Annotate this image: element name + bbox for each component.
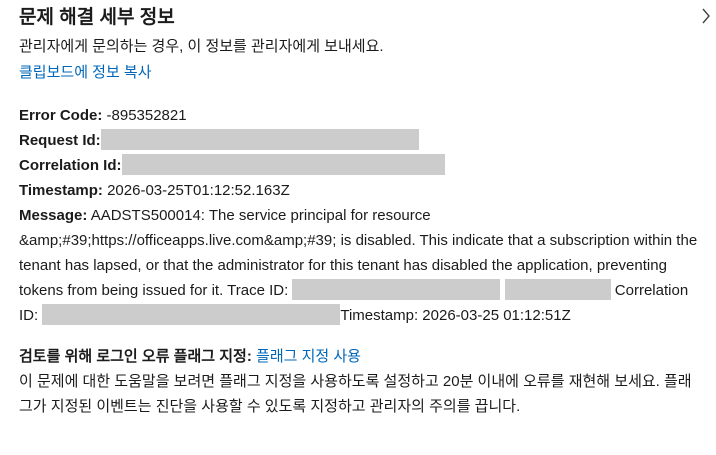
- error-code-row: Error Code: -895352821: [19, 103, 699, 128]
- request-id-label: Request Id:: [19, 132, 101, 149]
- trace-id-redacted-part1: [292, 279, 501, 300]
- timestamp-label: Timestamp:: [19, 182, 103, 199]
- trace-id-redacted-part2: [504, 279, 611, 300]
- timestamp-row: Timestamp: 2026-03-25T01:12:52.163Z: [19, 178, 699, 203]
- correlation-id-label: Correlation Id:: [19, 157, 122, 174]
- message-timestamp: Timestamp: 2026-03-25 01:12:51Z: [340, 307, 571, 324]
- troubleshooting-details-panel: 문제 해결 세부 정보 관리자에게 문의하는 경우, 이 정보를 관리자에게 보…: [19, 4, 699, 419]
- timestamp-value: 2026-03-25T01:12:52.163Z: [102, 182, 290, 199]
- request-id-row: Request Id:: [19, 128, 699, 153]
- page-title: 문제 해결 세부 정보: [19, 7, 175, 28]
- message-correlation-redacted: [42, 304, 341, 325]
- error-details: Error Code: -895352821 Request Id: Corre…: [19, 103, 699, 328]
- copy-to-clipboard-link[interactable]: 클립보드에 정보 복사: [19, 60, 152, 85]
- enable-flagging-link[interactable]: 플래그 지정 사용: [256, 348, 361, 365]
- error-code-label: Error Code:: [19, 107, 103, 124]
- request-id-redacted: [100, 129, 419, 150]
- correlation-id-redacted: [121, 154, 445, 175]
- flagging-row: 검토를 위해 로그인 오류 플래그 지정: 플래그 지정 사용: [19, 344, 699, 369]
- message-row: Message: AADSTS500014: The service princ…: [19, 203, 699, 328]
- message-label: Message:: [19, 207, 88, 224]
- flagging-section: 검토를 위해 로그인 오류 플래그 지정: 플래그 지정 사용 이 문제에 대한…: [19, 344, 699, 419]
- flagging-description: 이 문제에 대한 도움말을 보려면 플래그 지정을 사용하도록 설정하고 20분…: [19, 373, 692, 415]
- flagging-label: 검토를 위해 로그인 오류 플래그 지정:: [19, 348, 252, 365]
- subtitle-text: 관리자에게 문의하는 경우, 이 정보를 관리자에게 보내세요.: [19, 38, 384, 55]
- error-code-value: -895352821: [102, 107, 187, 124]
- correlation-id-row: Correlation Id:: [19, 153, 699, 178]
- chevron-right-icon[interactable]: [697, 6, 716, 26]
